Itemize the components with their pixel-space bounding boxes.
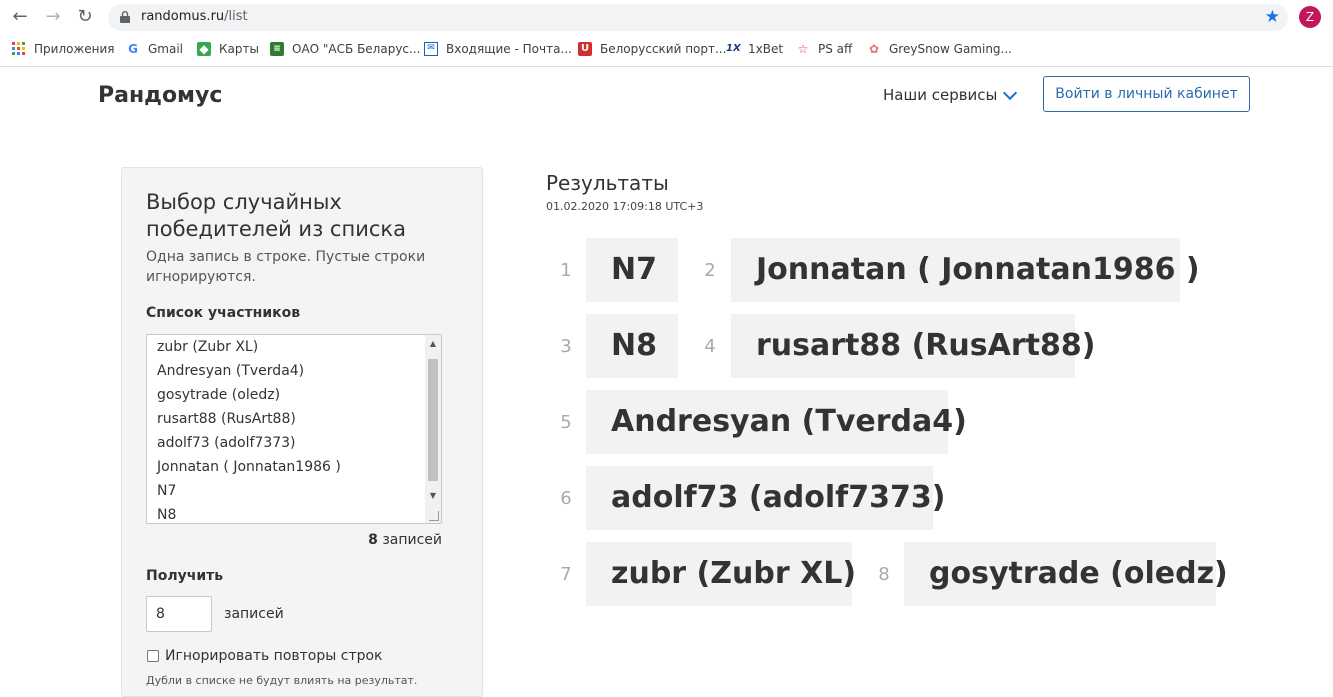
1xbet-icon: 1X <box>726 43 741 54</box>
participant-line: zubr (Zubr XL) <box>157 339 259 355</box>
result-winner: zubr (Zubr XL) <box>586 542 856 606</box>
result-number: 5 <box>560 412 572 433</box>
result-winner: Jonnatan ( Jonnatan1986 ) <box>731 238 1200 302</box>
participant-line: N8 <box>157 507 177 523</box>
services-dropdown[interactable]: Наши сервисы <box>883 85 1018 104</box>
result-winner: Andresyan (Tverda4) <box>586 390 967 454</box>
bookmark-label: Входящие - Почта... <box>446 42 572 56</box>
panel-title: Выбор случайных победителей из списка <box>146 190 406 241</box>
forward-arrow-icon[interactable]: → <box>42 6 64 28</box>
bookmark-star-icon[interactable]: ★ <box>1265 7 1280 27</box>
bookmark-greysnow[interactable]: ✿ GreySnow Gaming... <box>867 42 1012 56</box>
participants-textarea[interactable]: zubr (Zubr XL) Andresyan (Tverda4) gosytra… <box>146 334 442 524</box>
participant-line: Andresyan (Tverda4) <box>157 363 305 379</box>
google-icon: G <box>128 42 138 56</box>
services-label: Наши сервисы <box>883 86 998 104</box>
result-number: 2 <box>704 260 716 281</box>
duplicates-hint: Дубли в списке не будут влиять на резуль… <box>146 674 418 687</box>
profile-avatar[interactable]: Z <box>1299 6 1321 28</box>
scroll-down-icon[interactable]: ▼ <box>425 489 441 503</box>
result-number: 4 <box>704 336 716 357</box>
maps-icon: ◆ <box>197 42 211 56</box>
results-timestamp: 01.02.2020 17:09:18 UTC+3 <box>546 200 704 213</box>
result-winner: rusart88 (RusArt88) <box>731 314 1095 378</box>
bookmark-gmail[interactable]: G Gmail <box>126 42 183 56</box>
result-winner: N8 <box>586 314 678 378</box>
bookmark-label: Карты <box>219 42 259 56</box>
bookmark-tutby[interactable]: U Белорусский порт... <box>578 42 726 56</box>
results-title: Результаты <box>546 171 669 195</box>
textarea-scrollbar[interactable]: ▲ ▼ <box>425 335 441 523</box>
bookmark-label: Белорусский порт... <box>600 42 727 56</box>
result-number: 1 <box>560 260 572 281</box>
settings-panel: Выбор случайных победителей из списка Од… <box>121 167 483 697</box>
mail-icon: ✉ <box>424 42 438 56</box>
bookmark-label: ОАО "АСБ Беларус... <box>292 42 421 56</box>
panel-description: Одна запись в строке. Пустые строки игно… <box>146 249 426 285</box>
address-bar[interactable]: randomus.ru/list ★ <box>108 4 1288 31</box>
ignore-duplicates-label[interactable]: Игнорировать повторы строк <box>165 648 383 664</box>
result-winner: N7 <box>586 238 678 302</box>
entries-count: 8 записей <box>368 532 442 548</box>
result-number: 8 <box>878 564 890 585</box>
reload-icon[interactable]: ↻ <box>74 6 96 28</box>
tutby-icon: U <box>578 42 592 56</box>
chevron-down-icon <box>1003 85 1018 100</box>
participant-line: adolf73 (adolf7373) <box>157 435 296 451</box>
result-number: 3 <box>560 336 572 357</box>
bookmark-label: GreySnow Gaming... <box>889 42 1012 56</box>
bookmark-apps[interactable]: Приложения <box>12 42 115 56</box>
bookmark-label: Приложения <box>34 42 115 56</box>
star-outline-icon: ☆ <box>797 42 809 56</box>
winners-count-input[interactable]: 8 <box>146 596 212 632</box>
participants-lines: zubr (Zubr XL) Andresyan (Tverda4) gosytra… <box>157 335 341 523</box>
apps-grid-icon <box>12 42 25 55</box>
resize-handle-icon[interactable] <box>429 511 439 521</box>
scroll-up-icon[interactable]: ▲ <box>425 337 441 351</box>
back-arrow-icon[interactable]: ← <box>9 6 31 28</box>
participant-line: rusart88 (RusArt88) <box>157 411 296 427</box>
bookmark-mail[interactable]: ✉ Входящие - Почта... <box>424 42 572 56</box>
participants-label: Список участников <box>146 305 301 321</box>
participant-line: Jonnatan ( Jonnatan1986 ) <box>157 459 341 475</box>
site-logo[interactable]: Рандомус <box>98 83 222 108</box>
bookmark-label: Gmail <box>148 42 184 56</box>
url-text: randomus.ru/list <box>141 9 248 24</box>
bookmark-asb[interactable]: ≡ ОАО "АСБ Беларус... <box>270 42 420 56</box>
rss-icon: ≡ <box>270 42 284 56</box>
lock-icon <box>120 11 130 23</box>
bookmarks-bar: Приложения G Gmail ◆ Карты ≡ ОАО "АСБ Бе… <box>0 34 1333 67</box>
result-winner: adolf73 (adolf7373) <box>586 466 945 530</box>
bookmark-ps-aff[interactable]: ☆ PS aff <box>796 42 853 56</box>
bookmark-label: 1xBet <box>748 42 784 56</box>
participant-line: N7 <box>157 483 177 499</box>
result-winner: gosytrade (oledz) <box>904 542 1228 606</box>
get-unit-label: записей <box>224 606 284 622</box>
bookmark-maps[interactable]: ◆ Карты <box>197 42 259 56</box>
result-number: 6 <box>560 488 572 509</box>
result-number: 7 <box>560 564 572 585</box>
participant-line: gosytrade (oledz) <box>157 387 281 403</box>
bookmark-1xbet[interactable]: 1X 1xBet <box>726 42 783 56</box>
bookmark-label: PS aff <box>818 42 853 56</box>
browser-toolbar: ← → ↻ randomus.ru/list ★ Z <box>0 0 1333 34</box>
get-label: Получить <box>146 568 224 584</box>
ignore-duplicates-checkbox[interactable] <box>147 650 159 662</box>
greysnow-icon: ✿ <box>868 42 880 56</box>
scrollbar-thumb[interactable] <box>428 359 438 481</box>
login-button[interactable]: Войти в личный кабинет <box>1043 76 1250 112</box>
